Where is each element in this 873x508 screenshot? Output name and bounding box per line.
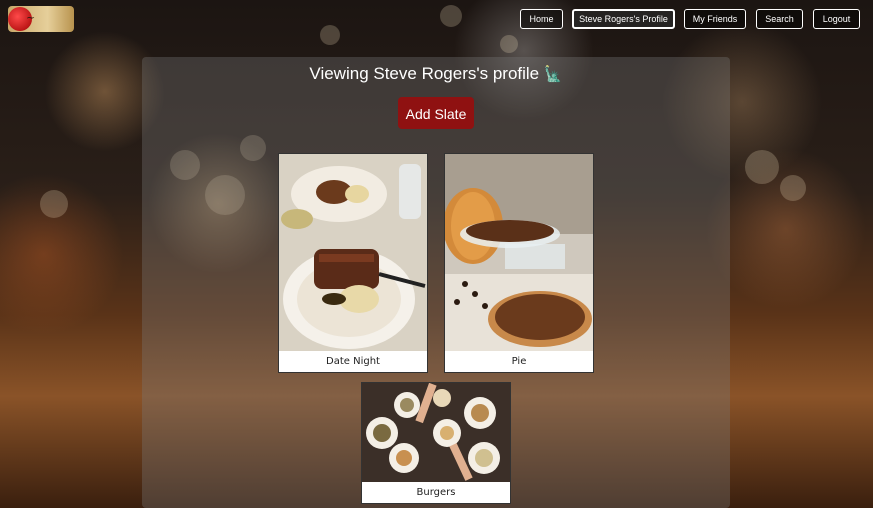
logout-button[interactable]: Logout xyxy=(813,9,860,29)
page-title: Viewing Steve Rogers's profile 🗽 xyxy=(142,64,730,84)
slate-card-pie[interactable]: Pie xyxy=(444,153,594,373)
slate-caption: Date Night xyxy=(326,356,380,367)
home-button[interactable]: Home xyxy=(520,9,563,29)
slate-caption: Pie xyxy=(511,356,527,367)
page-title-text: Viewing Steve Rogers's profile xyxy=(309,64,540,83)
slate-caption: Burgers xyxy=(416,487,456,498)
pecan-pie-photo[interactable] xyxy=(445,154,593,351)
logo-script: ~ xyxy=(26,11,36,24)
shared-dishes-table-photo[interactable] xyxy=(362,383,510,482)
search-button[interactable]: Search xyxy=(756,9,803,29)
statue-of-liberty-icon: 🗽 xyxy=(543,66,563,83)
slate-card-burgers[interactable]: Burgers xyxy=(361,382,511,504)
profile-button[interactable]: Steve Rogers's Profile xyxy=(572,9,675,29)
my-friends-button[interactable]: My Friends xyxy=(684,9,746,29)
slate-card-date-night[interactable]: Date Night xyxy=(278,153,428,373)
navbar: ~ Home Steve Rogers's Profile My Friends… xyxy=(0,0,873,40)
steak-dinner-photo[interactable] xyxy=(279,154,427,351)
add-slate-button[interactable]: Add Slate xyxy=(398,97,474,129)
brand-logo-icon[interactable]: ~ xyxy=(8,6,74,32)
